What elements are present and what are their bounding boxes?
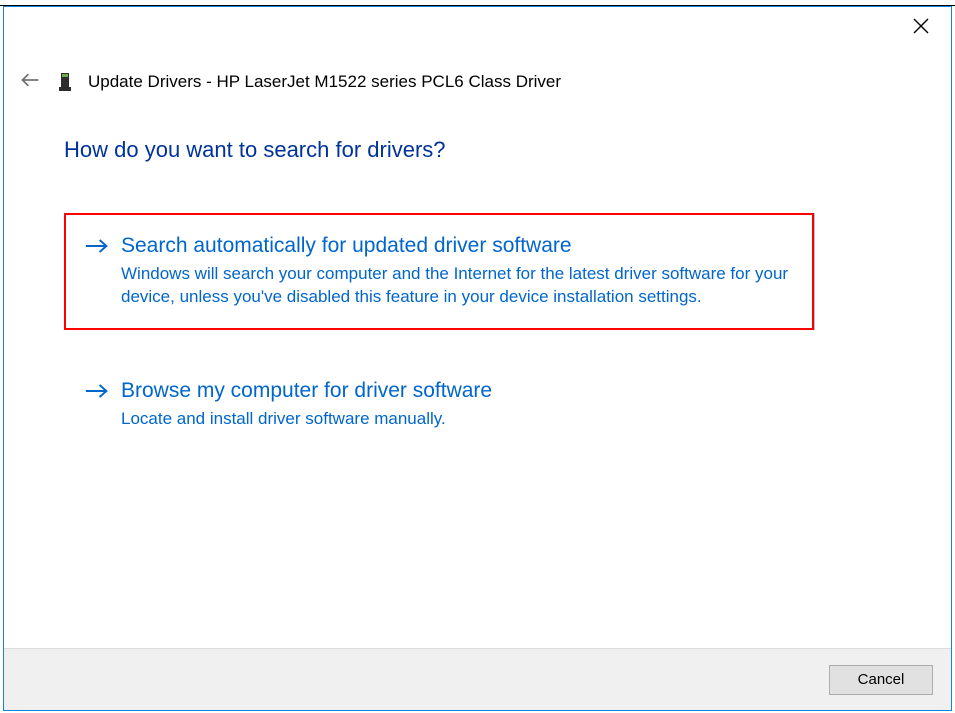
cancel-button[interactable]: Cancel bbox=[829, 665, 933, 695]
back-button[interactable] bbox=[18, 70, 42, 94]
update-drivers-dialog: Update Drivers - HP LaserJet M1522 serie… bbox=[3, 6, 952, 711]
option-description: Locate and install driver software manua… bbox=[121, 408, 793, 431]
option-title: Browse my computer for driver software bbox=[121, 377, 793, 404]
close-icon bbox=[913, 18, 929, 39]
arrow-right-icon bbox=[85, 236, 109, 261]
dialog-title: Update Drivers - HP LaserJet M1522 serie… bbox=[88, 72, 561, 92]
arrow-left-icon bbox=[20, 70, 40, 95]
option-body: Browse my computer for driver software L… bbox=[121, 377, 793, 431]
dialog-footer: Cancel bbox=[4, 648, 951, 710]
option-title: Search automatically for updated driver … bbox=[121, 232, 793, 259]
option-body: Search automatically for updated driver … bbox=[121, 232, 793, 309]
close-button[interactable] bbox=[901, 13, 941, 43]
option-search-automatically[interactable]: Search automatically for updated driver … bbox=[64, 213, 814, 330]
arrow-right-icon bbox=[85, 381, 109, 406]
device-icon bbox=[56, 70, 74, 94]
title-bar: Update Drivers - HP LaserJet M1522 serie… bbox=[18, 65, 937, 99]
page-heading: How do you want to search for drivers? bbox=[64, 137, 891, 163]
option-browse-computer[interactable]: Browse my computer for driver software L… bbox=[64, 358, 814, 452]
dialog-content: How do you want to search for drivers? S… bbox=[64, 115, 891, 638]
option-description: Windows will search your computer and th… bbox=[121, 263, 793, 309]
